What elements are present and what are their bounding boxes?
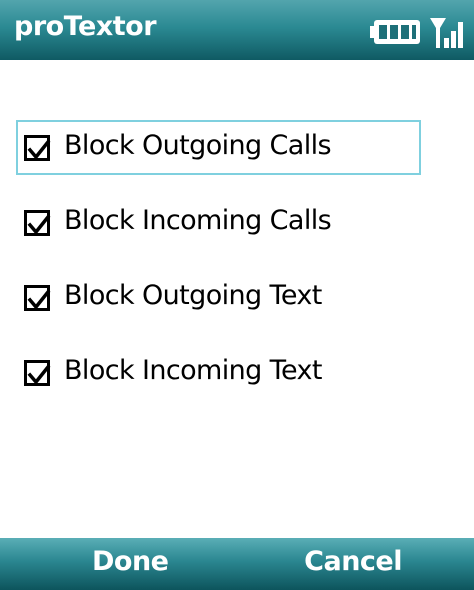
checkmark-icon [27, 364, 51, 385]
checkbox-block-incoming-calls[interactable] [24, 210, 51, 236]
option-block-incoming-calls[interactable]: Block Incoming Calls [16, 195, 421, 250]
checkmark-icon [27, 214, 51, 235]
option-label: Block Outgoing Text [64, 280, 322, 311]
battery-icon [370, 20, 420, 44]
option-label: Block Incoming Calls [64, 205, 332, 236]
checkbox-block-outgoing-text[interactable] [24, 285, 51, 311]
done-softkey[interactable]: Done [92, 546, 169, 577]
option-block-incoming-text[interactable]: Block Incoming Text [16, 345, 421, 400]
option-block-outgoing-text[interactable]: Block Outgoing Text [16, 270, 421, 325]
checkbox-block-outgoing-calls[interactable] [24, 135, 51, 161]
cancel-softkey[interactable]: Cancel [304, 546, 402, 577]
option-label: Block Incoming Text [64, 355, 322, 386]
signal-strength-icon [430, 18, 463, 48]
checkmark-icon [27, 289, 51, 310]
app-title: proTextor [14, 11, 157, 42]
option-label: Block Outgoing Calls [64, 130, 332, 161]
phone-screen: proTextor Block Outgoing Calls Block Inc… [0, 0, 474, 590]
options-list: Block Outgoing Calls Block Incoming Call… [0, 60, 474, 538]
checkbox-block-incoming-text[interactable] [24, 360, 51, 386]
title-bar: proTextor [0, 0, 474, 60]
checkmark-icon [27, 139, 51, 160]
softkey-bar: Done Cancel [0, 538, 474, 590]
status-icons [370, 14, 466, 50]
option-block-outgoing-calls[interactable]: Block Outgoing Calls [16, 120, 421, 175]
